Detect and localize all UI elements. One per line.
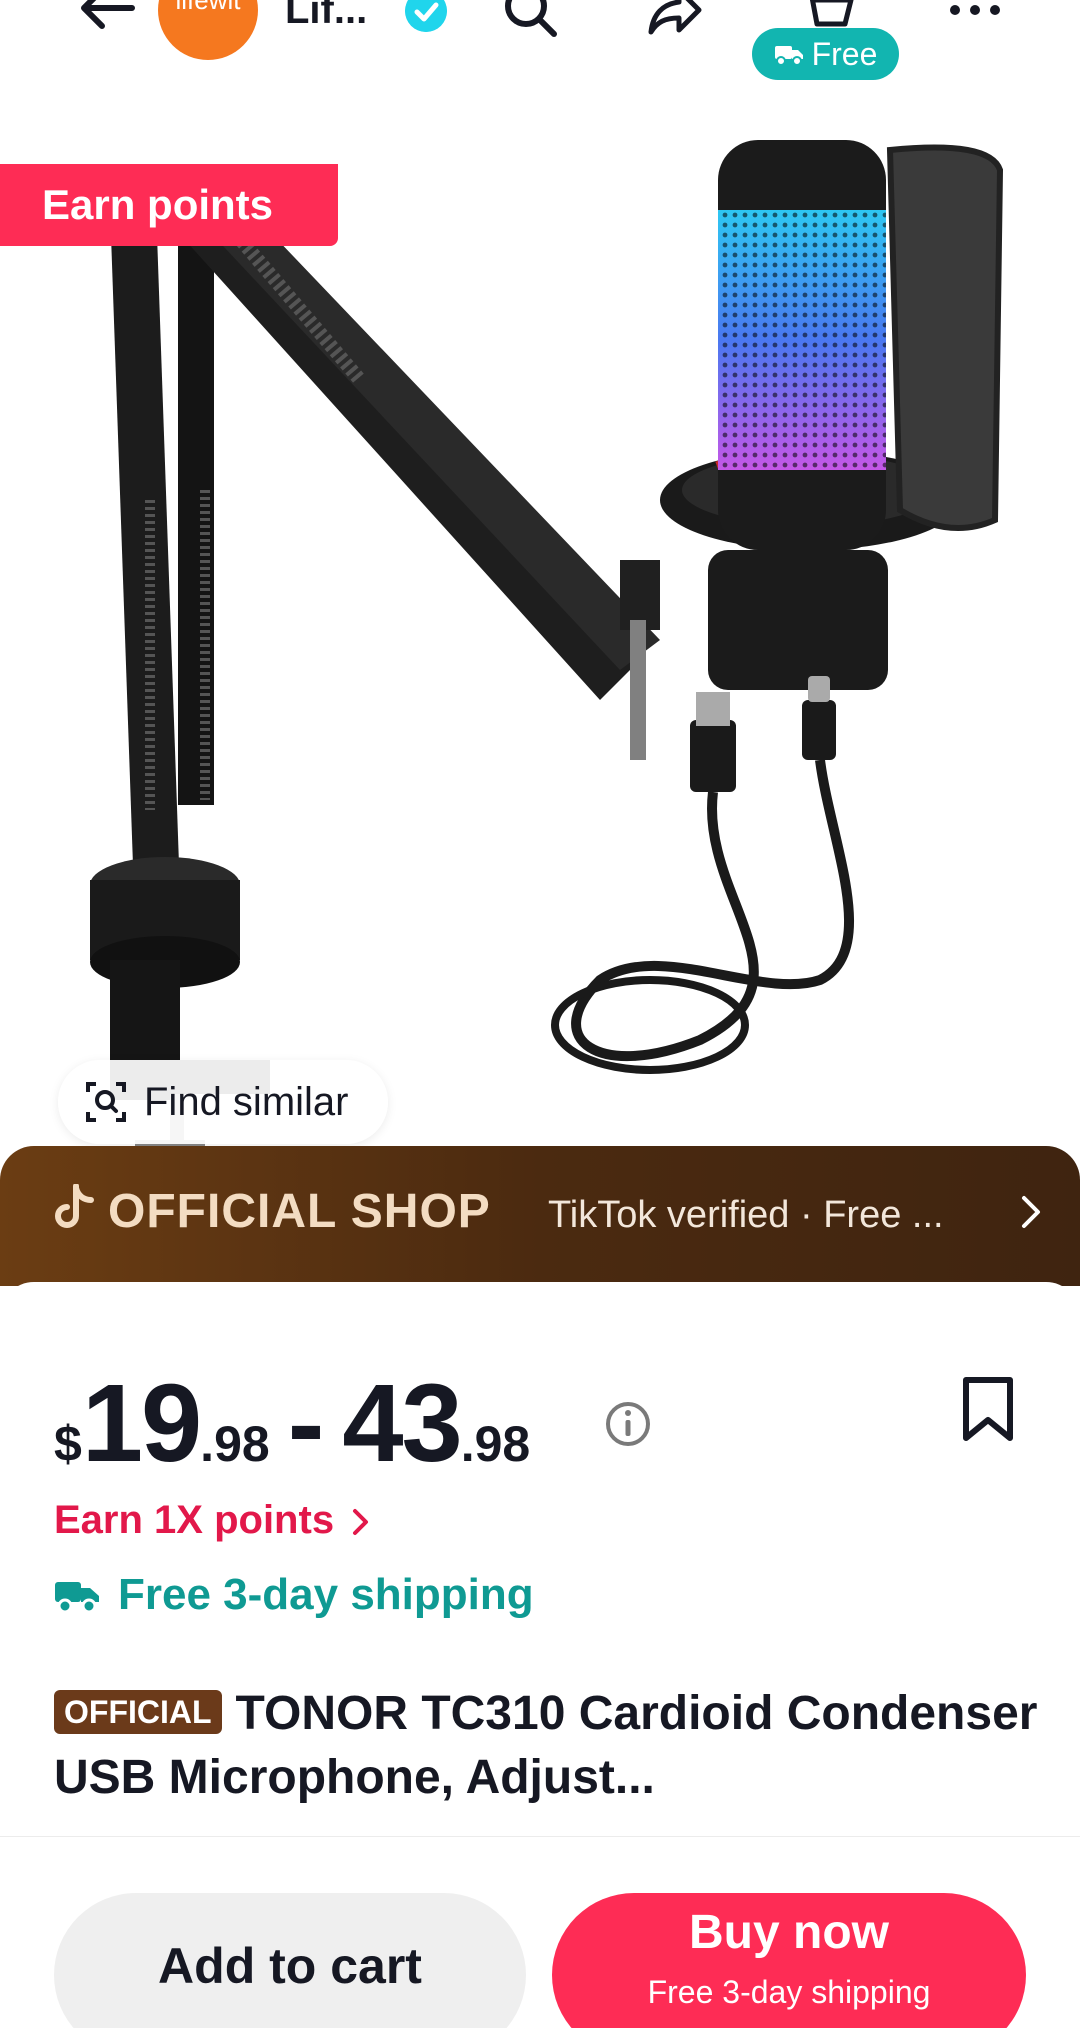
add-to-cart-label: Add to cart [158, 1938, 422, 1994]
price-range: $ 19 .98 - 43 .98 [54, 1360, 530, 1487]
chevron-right-icon [1022, 1196, 1040, 1228]
official-shop-title: OFFICIAL SHOP [108, 1185, 491, 1238]
earn-points-link-label: Earn 1X points [54, 1498, 335, 1542]
shop-logo[interactable]: lifewit [158, 0, 258, 60]
truck-icon [774, 46, 803, 66]
official-tag: OFFICIAL [54, 1690, 222, 1734]
free-shipping-label: Free 3-day shipping [118, 1570, 534, 1619]
free-shipping-info: Free 3-day shipping [54, 1570, 534, 1620]
bookmark-icon[interactable] [960, 1376, 1016, 1444]
official-shop-banner[interactable]: OFFICIAL SHOP TikTok verified · Free ... [0, 1146, 1080, 1286]
find-similar-label: Find similar [144, 1079, 349, 1124]
buy-now-button[interactable]: Buy now Free 3-day shipping [552, 1893, 1026, 2028]
free-shipping-pill: Free [752, 28, 899, 80]
price-max-cents: .98 [460, 1416, 531, 1472]
price-max-whole: 43 [342, 1362, 462, 1485]
truck-icon [55, 1582, 99, 1614]
price-min-cents: .98 [200, 1416, 270, 1472]
chevron-right-icon [353, 1509, 369, 1535]
verified-badge-icon [405, 0, 447, 32]
tiktok-logo-icon [55, 1184, 94, 1228]
earn-points-badge: Earn points [0, 164, 338, 246]
price-currency: $ [54, 1416, 82, 1472]
buy-now-sublabel: Free 3-day shipping [647, 1974, 931, 2010]
product-title[interactable]: OFFICIAL TONOR TC310 Cardioid Condenser U… [54, 1682, 1044, 1810]
shop-logo-text: lifewit [175, 0, 241, 15]
find-similar-button[interactable]: Find similar [58, 1060, 388, 1144]
more-options-icon[interactable] [945, 0, 1005, 40]
earn-points-link[interactable]: Earn 1X points [54, 1498, 371, 1543]
product-gallery[interactable]: Earn points Find similar [0, 80, 1080, 1146]
info-icon[interactable] [604, 1400, 652, 1448]
search-icon[interactable] [500, 0, 560, 40]
product-info-card: $ 19 .98 - 43 .98 Earn 1X points Free 3-… [0, 1282, 1080, 1842]
buy-now-label: Buy now [689, 1906, 889, 1959]
image-search-icon [86, 1082, 126, 1122]
add-to-cart-button[interactable]: Add to cart [54, 1893, 526, 2028]
share-icon[interactable] [645, 0, 705, 40]
price-min-whole: 19 [81, 1362, 202, 1485]
top-bar: lifewit Lif... [0, 0, 1080, 80]
back-arrow-icon[interactable] [72, 0, 142, 38]
price-separator: - [287, 1362, 325, 1485]
bottom-action-bar: Add to cart Buy now Free 3-day shipping [0, 1836, 1080, 2028]
official-shop-subtitle: TikTok verified · Free ... [548, 1194, 944, 1236]
shop-name[interactable]: Lif... [285, 0, 367, 33]
free-pill-label: Free [811, 35, 878, 72]
